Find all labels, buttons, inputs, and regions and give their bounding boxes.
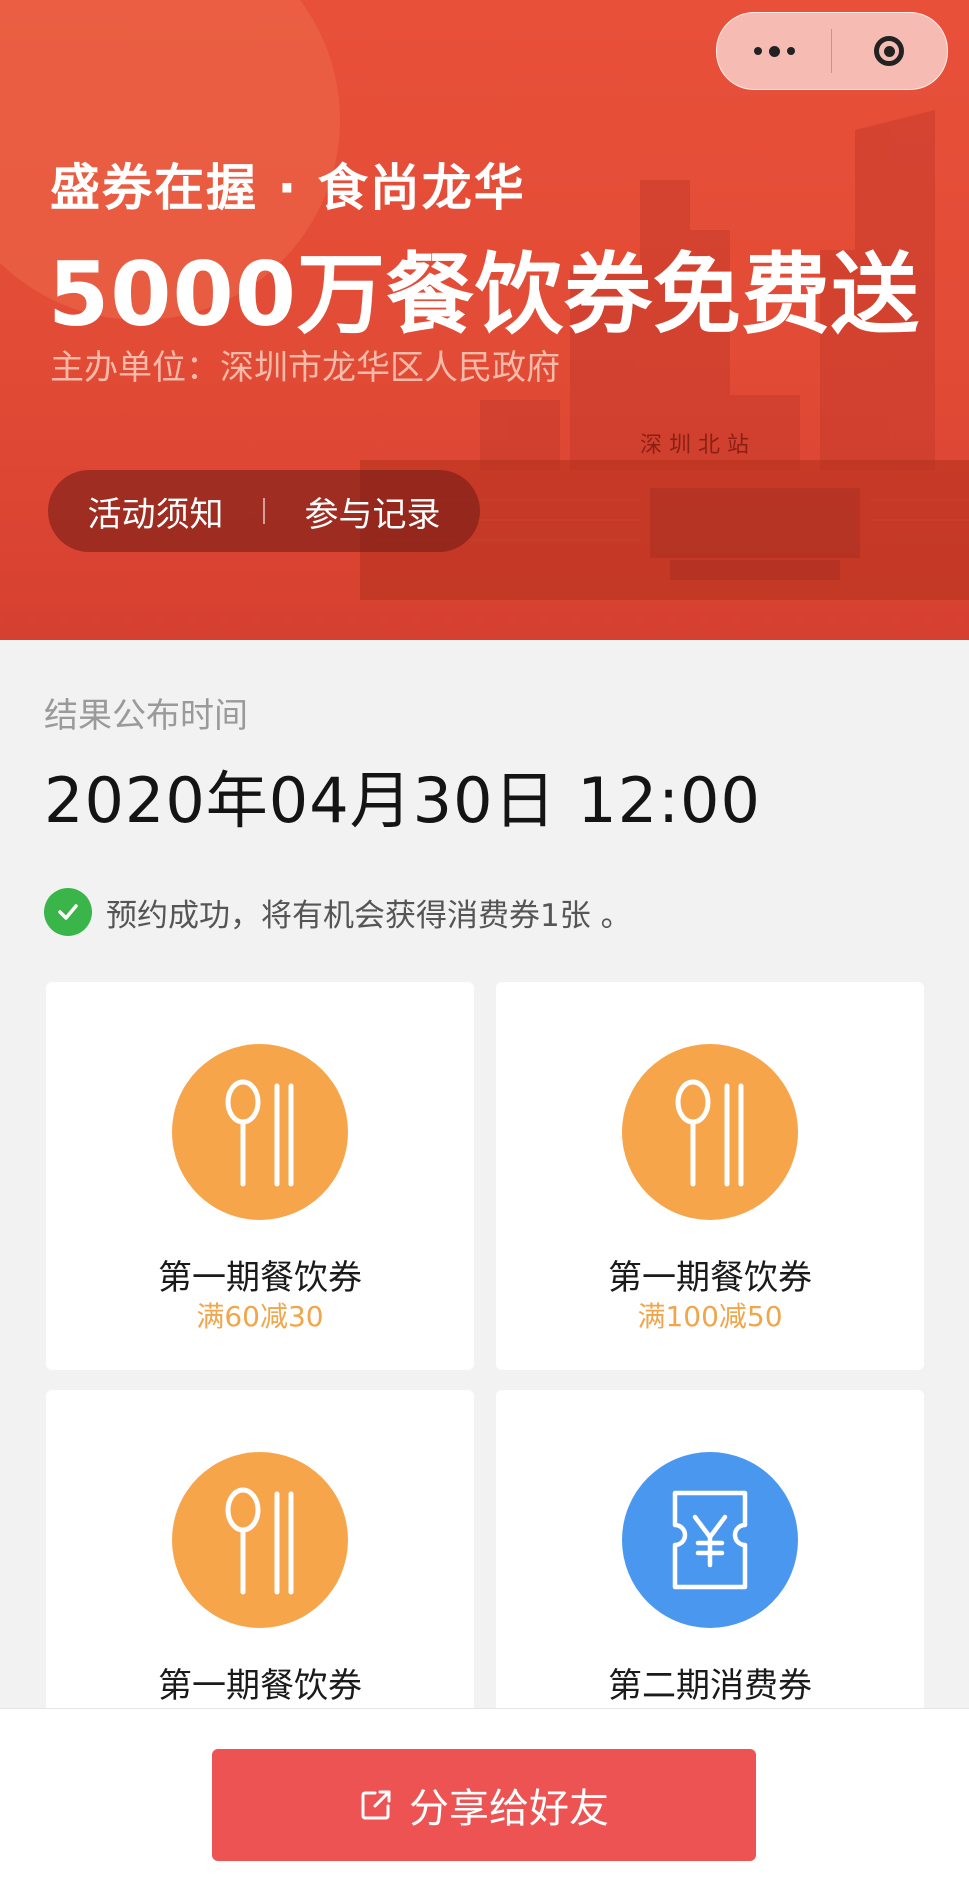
participation-records-button[interactable]: 参与记录: [265, 487, 480, 536]
bottom-action-bar: 分享给好友: [0, 1708, 969, 1900]
station-sign: 深 圳 北 站: [640, 433, 749, 458]
banner-headline: 5000万餐饮券免费送: [48, 243, 920, 346]
share-button-label: 分享给好友: [409, 1786, 609, 1832]
coupon-desc: 满100减50: [637, 1300, 783, 1333]
spoon-chopsticks-icon: [172, 1452, 348, 1628]
more-dots-icon[interactable]: [717, 13, 831, 89]
check-circle-icon: [44, 888, 92, 936]
result-time-value: 2020年04月30日 12:00: [44, 764, 761, 837]
reservation-status-text: 预约成功，将有机会获得消费券1张 。: [106, 897, 632, 934]
coupon-desc: 满60减30: [196, 1300, 324, 1333]
coupon-name: 第一期餐饮券: [158, 1258, 362, 1298]
banner-slogan: 盛券在握 · 食尚龙华: [50, 159, 526, 217]
share-to-friends-button[interactable]: 分享给好友: [212, 1749, 756, 1861]
coupon-name: 第二期消费券: [608, 1666, 812, 1706]
result-time-label: 结果公布时间: [44, 696, 248, 736]
coupon-name: 第一期餐饮券: [608, 1258, 812, 1298]
spoon-chopsticks-icon: [622, 1044, 798, 1220]
coupon-name: 第一期餐饮券: [158, 1666, 362, 1706]
header-banner: 深 圳 北 站 盛券在握 · 食尚龙华 5000万餐饮券免费送 主办单位：深圳市…: [0, 0, 969, 640]
mini-program-capsule: [716, 12, 948, 90]
activity-notice-button[interactable]: 活动须知: [48, 487, 263, 536]
coupon-card[interactable]: 第一期餐饮券 满60减30: [46, 982, 474, 1370]
yen-ticket-icon: [622, 1452, 798, 1628]
spoon-chopsticks-icon: [172, 1044, 348, 1220]
circle-target-icon[interactable]: [832, 13, 946, 89]
banner-scallop-edge: [0, 612, 969, 640]
banner-organizer: 主办单位：深圳市龙华区人民政府: [50, 348, 560, 388]
coupon-card[interactable]: 第一期餐饮券 满100减50: [496, 982, 924, 1370]
banner-tab-pill: 活动须知 参与记录: [48, 470, 480, 552]
share-out-icon: [359, 1788, 393, 1822]
reservation-status: 预约成功，将有机会获得消费券1张 。: [44, 888, 632, 936]
